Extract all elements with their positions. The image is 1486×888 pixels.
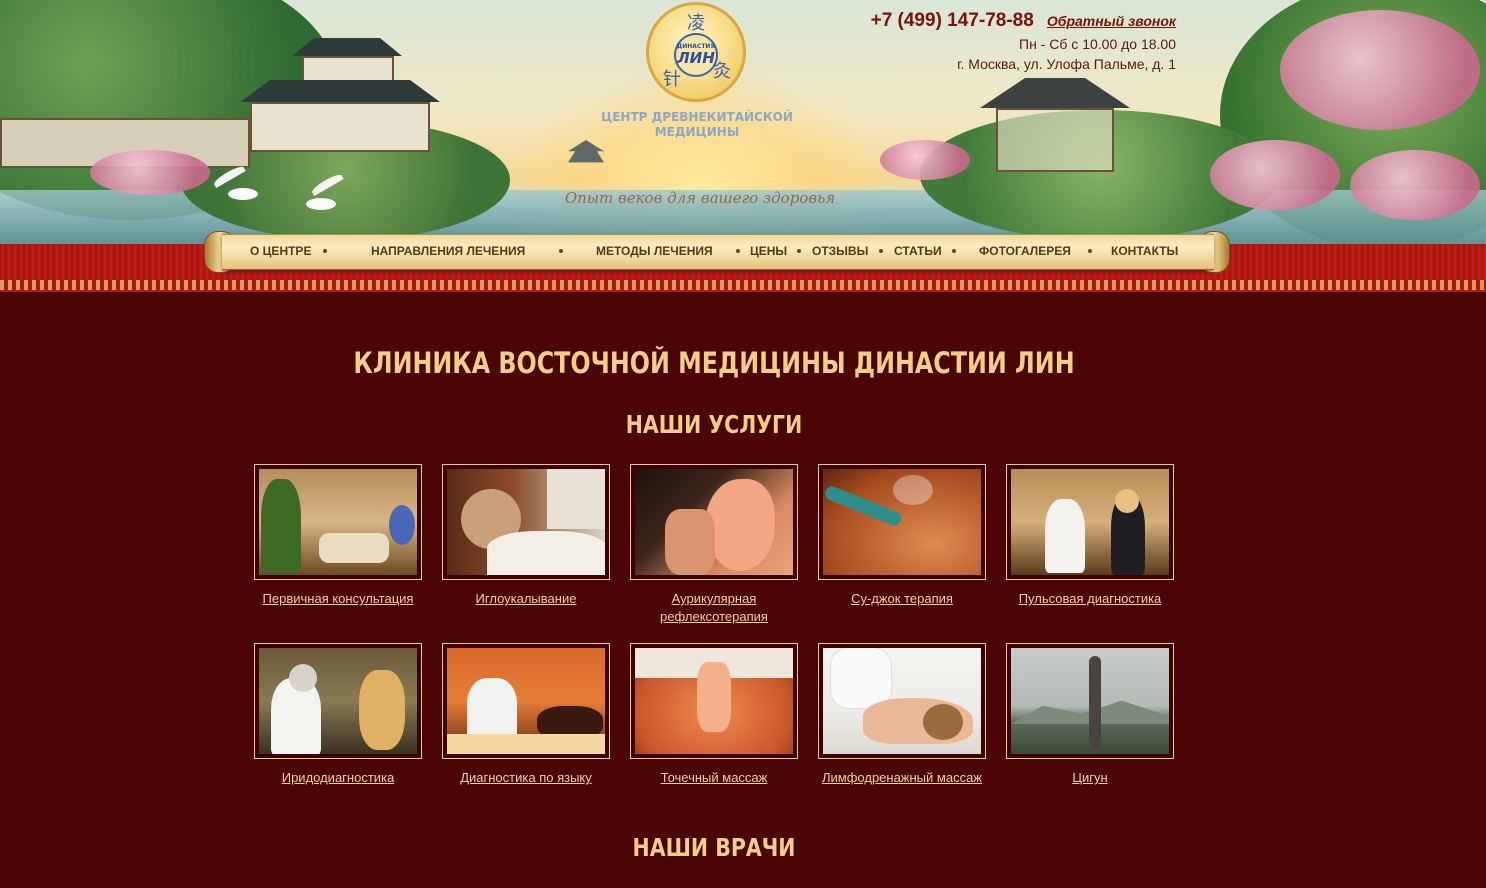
service-photo[interactable] <box>254 464 422 580</box>
phone-row: +7 (499) 147-78-88 Обратный звонок <box>871 10 1176 32</box>
service-photo[interactable] <box>818 643 986 759</box>
nav-item-gallery[interactable]: ФОТОГАЛЕРЕЯ <box>979 244 1071 258</box>
service-photo[interactable] <box>254 643 422 759</box>
fret-ornament <box>0 280 1486 290</box>
nav-separator-dot <box>323 249 327 253</box>
service-card: Су-джок терапия <box>818 464 986 608</box>
nav-separator-dot <box>879 249 883 253</box>
logo-big-text: ЛИН <box>677 49 715 67</box>
service-link-auricular[interactable]: Аурикулярная рефлексотерапия <box>630 590 798 626</box>
nav-separator-dot <box>736 249 740 253</box>
nav-separator-dot <box>1088 249 1092 253</box>
slogan: Опыт веков для вашего здоровья <box>564 189 836 207</box>
service-link-acupressure[interactable]: Точечный массаж <box>630 769 798 787</box>
gazebo-pavilion <box>996 108 1114 172</box>
nav-separator-dot <box>952 249 956 253</box>
logo-glyph-top: 凌 <box>687 13 705 34</box>
contact-block: +7 (499) 147-78-88 Обратный звонок Пн - … <box>871 10 1176 74</box>
distant-pagoda <box>568 140 604 163</box>
address: г. Москва, ул. Улофа Пальме, д. 1 <box>957 56 1176 72</box>
service-photo[interactable] <box>1006 464 1174 580</box>
service-card: Аурикулярная рефлексотерапия <box>630 464 798 626</box>
logo-caption: ЦЕНТР ДРЕВНЕКИТАЙСКОЙ МЕДИЦИНЫ <box>601 110 793 139</box>
nav-separator-dot <box>559 249 563 253</box>
logo-glyph-left: 针 <box>663 69 681 90</box>
nav-item-about[interactable]: О ЦЕНТРЕ <box>250 244 311 258</box>
gazebo-roof <box>980 78 1130 108</box>
service-link-lymph-drainage[interactable]: Лимфодренажный массаж <box>818 769 986 787</box>
service-link-su-jok[interactable]: Су-джок терапия <box>818 590 986 608</box>
service-photo[interactable] <box>1006 643 1174 759</box>
nav-item-prices[interactable]: ЦЕНЫ <box>750 244 787 258</box>
service-link-qigong[interactable]: Цигун <box>1006 769 1174 787</box>
blossom-bush <box>1350 150 1480 220</box>
crane-bird <box>228 188 258 200</box>
service-card: Лимфодренажный массаж <box>818 643 986 787</box>
service-card: Пульсовая диагностика <box>1006 464 1174 608</box>
service-card: Иридодиагностика <box>254 643 422 787</box>
callback-link[interactable]: Обратный звонок <box>1047 13 1176 29</box>
pagoda-upper-floor <box>302 56 394 82</box>
blossom-tree <box>1280 10 1480 130</box>
nav-item-treatment-areas[interactable]: НАПРАВЛЕНИЯ ЛЕЧЕНИЯ <box>371 244 525 258</box>
service-link-consultation[interactable]: Первичная консультация <box>254 590 422 608</box>
nav-item-treatment-methods[interactable]: МЕТОДЫ ЛЕЧЕНИЯ <box>596 244 713 258</box>
nav-item-contacts[interactable]: КОНТАКТЫ <box>1111 244 1178 258</box>
service-photo[interactable] <box>630 464 798 580</box>
pagoda-lower-floor <box>250 102 430 152</box>
service-card: Цигун <box>1006 643 1174 787</box>
working-hours: Пн - Сб с 10.00 до 18.00 <box>1019 36 1176 52</box>
logo-glyph-right: 灸 <box>713 61 731 82</box>
blossom-bush <box>880 140 970 180</box>
nav-item-articles[interactable]: СТАТЬИ <box>894 244 942 258</box>
nav-separator-dot <box>797 249 801 253</box>
logo[interactable]: 凌 ДИНАСТИЯ ЛИН 针 灸 <box>646 2 746 102</box>
service-card: Точечный массаж <box>630 643 798 787</box>
service-card: Диагностика по языку <box>442 643 610 787</box>
main-navigation: О ЦЕНТРЕ НАПРАВЛЕНИЯ ЛЕЧЕНИЯ МЕТОДЫ ЛЕЧЕ… <box>222 234 1214 270</box>
service-link-tongue-diagnostics[interactable]: Диагностика по языку <box>442 769 610 787</box>
service-card: Иглоукалывание <box>442 464 610 608</box>
crane-bird <box>306 198 336 210</box>
page-title: КЛИНИКА ВОСТОЧНОЙ МЕДИЦИНЫ ДИНАСТИИ ЛИН <box>353 346 1075 380</box>
service-card: Первичная консультация <box>254 464 422 608</box>
service-photo[interactable] <box>442 643 610 759</box>
service-link-acupuncture[interactable]: Иглоукалывание <box>442 590 610 608</box>
blossom-bush <box>90 150 210 195</box>
service-link-pulse-diagnostics[interactable]: Пульсовая диагностика <box>1006 590 1174 608</box>
service-photo[interactable] <box>442 464 610 580</box>
services-title: НАШИ УСЛУГИ <box>625 410 803 439</box>
service-link-iridology[interactable]: Иридодиагностика <box>254 769 422 787</box>
service-photo[interactable] <box>630 643 798 759</box>
doctors-title: НАШИ ВРАЧИ <box>632 833 796 862</box>
nav-item-reviews[interactable]: ОТЗЫВЫ <box>812 244 868 258</box>
pagoda-roof-bottom <box>240 80 440 102</box>
service-photo[interactable] <box>818 464 986 580</box>
phone-number[interactable]: +7 (499) 147-78-88 <box>871 10 1034 31</box>
blossom-bush <box>1210 140 1340 210</box>
